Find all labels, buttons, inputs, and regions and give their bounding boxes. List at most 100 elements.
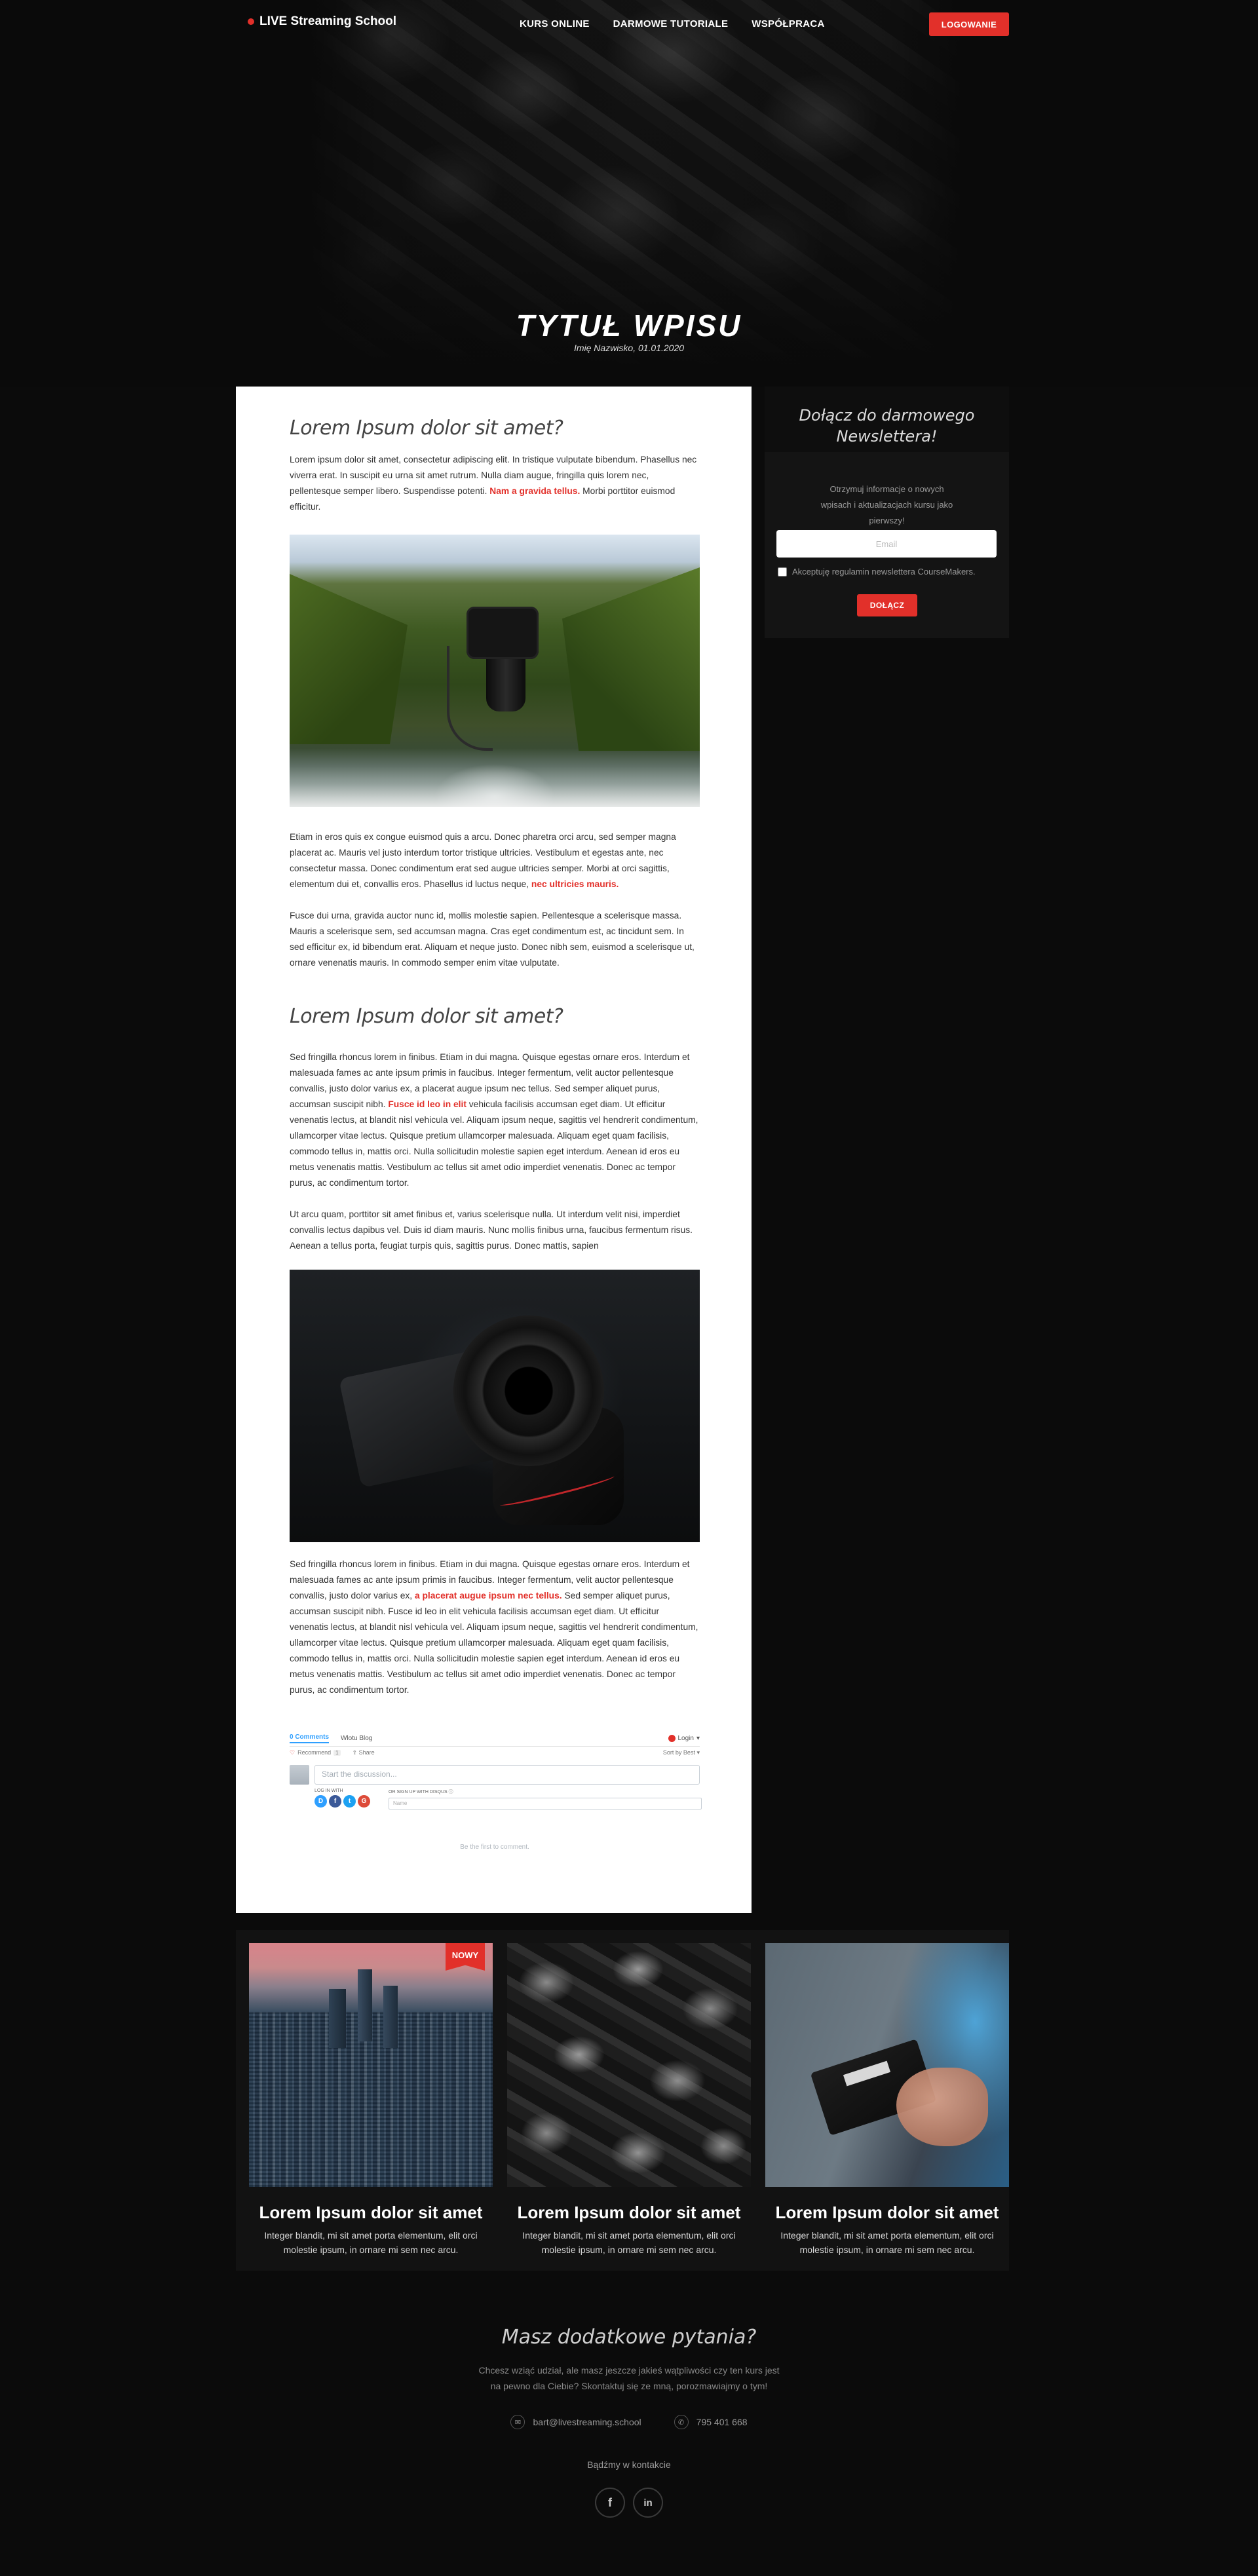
newsletter-consent: Akceptuję regulamin newslettera CourseMa… — [778, 567, 976, 577]
article-paragraph-3: Fusce dui urna, gravida auctor nunc id, … — [290, 911, 695, 968]
nav-link-kurs-online[interactable]: KURS ONLINE — [520, 18, 590, 29]
help-icon[interactable]: ⓘ — [449, 1790, 453, 1794]
contact-details: ✉ bart@livestreaming.school ✆ 795 401 66… — [0, 2415, 1258, 2429]
p4-highlight-link[interactable]: Fusce id leo in elit — [388, 1099, 467, 1109]
recommend-label: Recommend — [297, 1749, 332, 1756]
lake-water — [290, 748, 700, 807]
related-posts: NOWY Lorem Ipsum dolor sit amet Integer … — [236, 1930, 1009, 2271]
chevron-down-icon: ▾ — [696, 1749, 700, 1756]
card-description: Integer blandit, mi sit amet porta eleme… — [780, 2230, 994, 2255]
logo-red-dot-icon — [248, 18, 254, 25]
share-label: Share — [358, 1749, 375, 1756]
article-paragraph-6: Sed fringilla rhoncus lorem in finibus. … — [290, 1557, 699, 1698]
article-paragraph-4: Sed fringilla rhoncus lorem in finibus. … — [290, 1050, 699, 1191]
p6-highlight-link[interactable]: a placerat augue ipsum nec tellus. — [415, 1591, 562, 1601]
city-building — [329, 1989, 346, 2048]
related-card[interactable]: NOWY Lorem Ipsum dolor sit amet Integer … — [249, 1943, 493, 2257]
google-icon[interactable]: G — [358, 1795, 370, 1808]
consent-checkbox[interactable] — [778, 567, 787, 577]
comments-count-tab[interactable]: 0 Comments — [290, 1733, 330, 1743]
card-image-cameras[interactable] — [507, 1943, 751, 2187]
comments-widget: 0 Comments Wlotu Blog Login ▾ ♡ Recommen… — [290, 1733, 702, 1851]
login-with-label: LOG IN WITH — [314, 1789, 343, 1793]
camera-body — [467, 607, 539, 659]
name-input[interactable]: Name — [389, 1798, 702, 1809]
contact-phone-text: 795 401 668 — [696, 2417, 748, 2427]
signup-label: OR SIGN UP WITH DISQUS ⓘ — [389, 1789, 702, 1795]
card-title[interactable]: Lorem Ipsum dolor sit amet — [765, 2203, 1009, 2223]
avatar — [290, 1765, 309, 1785]
follow-label: Bądźmy w kontakcie — [587, 2459, 671, 2470]
comments-login-label: Login — [677, 1734, 694, 1742]
newsletter-join-button[interactable]: DOŁĄCZ — [857, 594, 917, 616]
post-meta: Imię Nazwisko, 01.01.2020 — [573, 343, 685, 353]
comment-input[interactable]: Start the discussion... — [314, 1765, 700, 1785]
heart-icon: ♡ — [290, 1749, 295, 1756]
contact-email-text: bart@livestreaming.school — [533, 2417, 641, 2427]
card-title[interactable]: Lorem Ipsum dolor sit amet — [249, 2203, 493, 2223]
hero-section: LIVE Streaming School KURS ONLINE DARMOW… — [0, 0, 1258, 387]
card-description: Integer blandit, mi sit amet porta eleme… — [264, 2230, 478, 2255]
camera-lens-dark-image — [290, 1270, 700, 1542]
nav-link-darmowe-tutoriale[interactable]: DARMOWE TUTORIALE — [613, 18, 729, 29]
article-paragraph-2: Etiam in eros quis ex congue euismod qui… — [290, 829, 699, 892]
social-links: f in — [0, 2488, 1258, 2518]
city-tower — [358, 1969, 372, 2041]
twitter-icon[interactable]: t — [343, 1795, 356, 1808]
linkedin-icon[interactable]: in — [633, 2488, 663, 2518]
camera-over-lake-image — [290, 535, 700, 807]
city-building — [383, 1986, 398, 2048]
signup-label-text: OR SIGN UP WITH DISQUS — [389, 1790, 448, 1794]
contact-title: Masz dodatkowe pytania? — [501, 2326, 757, 2349]
card-image-city[interactable]: NOWY — [249, 1943, 493, 2187]
related-card[interactable]: Lorem Ipsum dolor sit amet Integer bland… — [507, 1943, 751, 2257]
contact-description-line-1: Chcesz wziąć udział, ale masz jeszcze ja… — [478, 2365, 780, 2376]
article-heading-1: Lorem Ipsum dolor sit amet? — [290, 417, 563, 440]
consent-label: Akceptuję regulamin newslettera CourseMa… — [792, 567, 976, 577]
card-title[interactable]: Lorem Ipsum dolor sit amet — [507, 2203, 751, 2223]
card-image-video-camera[interactable] — [765, 1943, 1009, 2187]
article-paragraph-1: Lorem ipsum dolor sit amet, consectetur … — [290, 452, 699, 515]
share-button[interactable]: ⇪ Share — [353, 1749, 375, 1756]
login-button[interactable]: LOGOWANIE — [929, 12, 1009, 36]
p4-text-end: vehicula facilisis accumsan eget diam. U… — [290, 1099, 698, 1188]
newsletter-description: Otrzymuj informacje o nowych wpisach i a… — [820, 484, 953, 525]
site-tab[interactable]: Wlotu Blog — [341, 1735, 372, 1742]
article-paragraph-5: Ut arcu quam, porttitor sit amet finibus… — [290, 1209, 693, 1251]
sort-label: Sort by Best — [662, 1749, 695, 1756]
disqus-icon[interactable]: D — [314, 1795, 327, 1808]
newsletter-title: Dołącz do darmowego Newslettera! — [799, 406, 975, 445]
empty-comments-text: Be the first to comment. — [460, 1844, 529, 1851]
phone-icon: ✆ — [674, 2415, 689, 2429]
login-social-icons: D f t G — [314, 1795, 370, 1808]
recommend-count: 1 — [334, 1749, 341, 1756]
nav-links: KURS ONLINE DARMOWE TUTORIALE WSPÓŁPRACA — [520, 18, 825, 29]
top-navigation: LIVE Streaming School KURS ONLINE DARMOW… — [0, 0, 1258, 48]
contact-phone[interactable]: ✆ 795 401 668 — [674, 2415, 748, 2429]
comment-compose: Start the discussion... — [290, 1765, 700, 1785]
hand — [896, 2068, 988, 2146]
site-logo[interactable]: LIVE Streaming School — [248, 14, 396, 29]
envelope-icon: ✉ — [510, 2415, 525, 2429]
comments-login[interactable]: Login ▾ — [668, 1734, 700, 1742]
article-heading-2: Lorem Ipsum dolor sit amet? — [290, 1005, 563, 1028]
nav-link-wspolpraca[interactable]: WSPÓŁPRACA — [752, 18, 824, 29]
contact-email[interactable]: ✉ bart@livestreaming.school — [510, 2415, 641, 2429]
signup-group: OR SIGN UP WITH DISQUS ⓘ Name — [389, 1789, 702, 1809]
new-badge: NOWY — [446, 1943, 485, 1971]
recommend-button[interactable]: ♡ Recommend 1 — [290, 1749, 341, 1756]
facebook-icon[interactable]: f — [329, 1795, 341, 1808]
p6-text-end: Sed semper aliquet purus, accumsan susci… — [290, 1591, 698, 1695]
card-description: Integer blandit, mi sit amet porta eleme… — [522, 2230, 736, 2255]
facebook-icon[interactable]: f — [595, 2488, 625, 2518]
newsletter-box: Dołącz do darmowego Newslettera! Otrzymu… — [765, 387, 1009, 638]
sort-dropdown[interactable]: Sort by Best ▾ — [663, 1749, 700, 1756]
newsletter-email-input[interactable]: Email — [776, 530, 997, 558]
p2-highlight-link[interactable]: nec ultricies mauris. — [531, 879, 619, 889]
login-with-group: LOG IN WITH D f t G — [314, 1789, 370, 1809]
share-icon: ⇪ — [352, 1749, 358, 1756]
p1-highlight-link[interactable]: Nam a gravida tellus. — [489, 486, 580, 496]
logo-text: LIVE Streaming School — [259, 14, 397, 28]
contact-description-line-2: na pewno dla Ciebie? Skontaktuj się ze m… — [490, 2381, 768, 2391]
related-card[interactable]: Lorem Ipsum dolor sit amet Integer bland… — [765, 1943, 1009, 2257]
